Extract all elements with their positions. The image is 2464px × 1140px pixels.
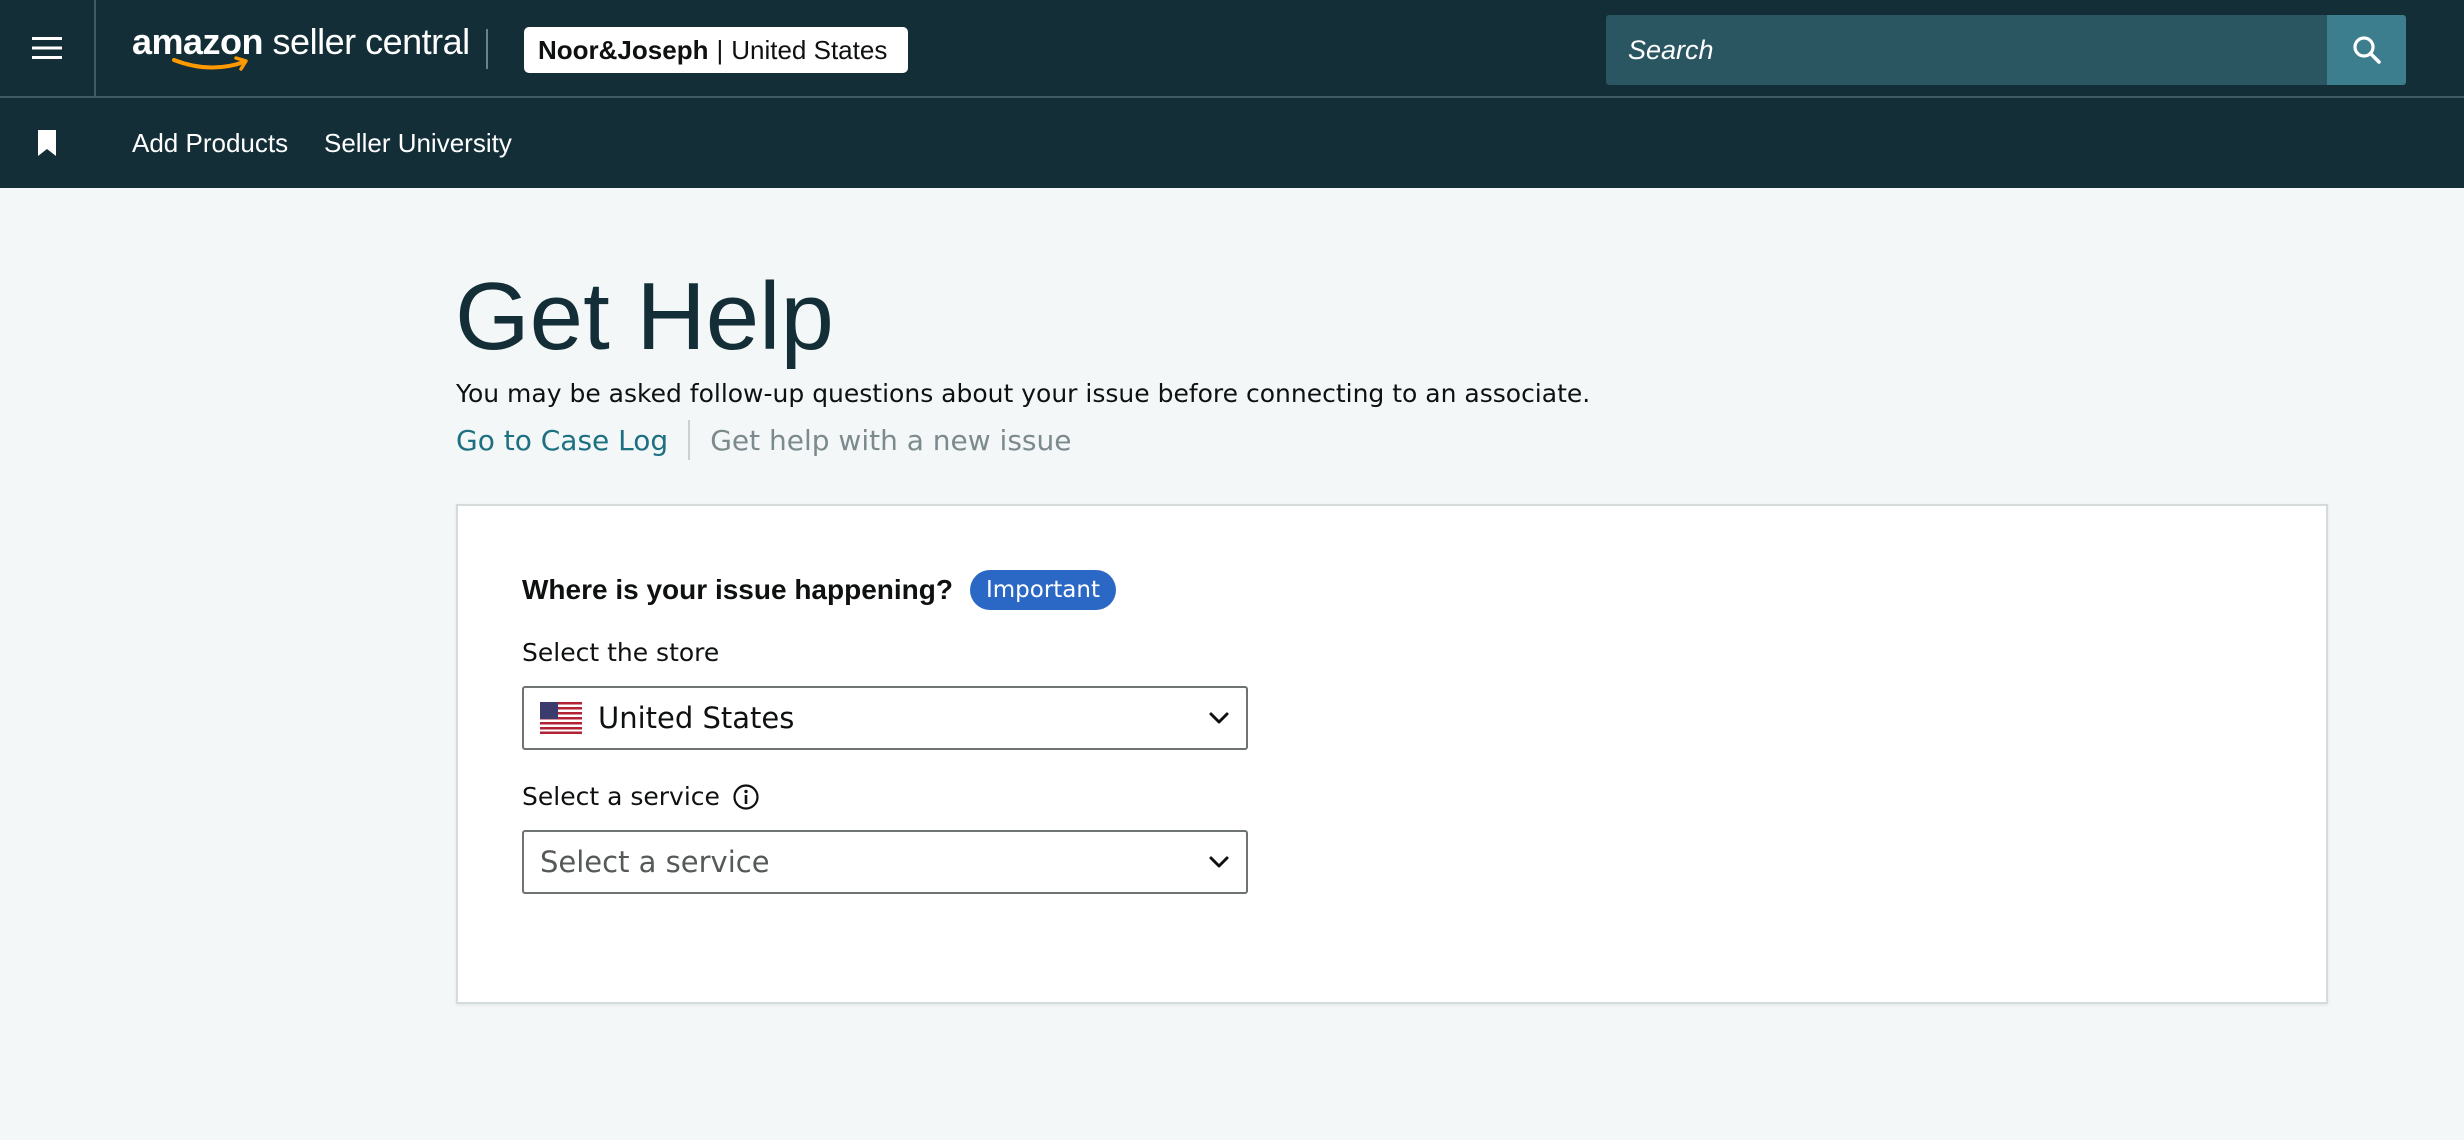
bookmark-icon[interactable] — [34, 128, 60, 158]
help-links-row: Go to Case Log Get help with a new issue — [456, 420, 1071, 460]
new-issue-link[interactable]: Get help with a new issue — [710, 424, 1071, 457]
store-field-label-text: Select the store — [522, 638, 720, 667]
service-field-label: Select a service — [522, 782, 760, 811]
search-input[interactable] — [1606, 15, 2327, 85]
secondary-nav-bar: Add Products Seller University — [0, 98, 2464, 188]
service-select[interactable]: Select a service — [522, 830, 1248, 894]
us-flag-icon — [540, 702, 582, 734]
store-select[interactable]: United States — [522, 686, 1248, 750]
badge-separator: | — [716, 34, 724, 65]
page-title: Get Help — [455, 263, 834, 370]
search-button[interactable] — [2327, 15, 2406, 85]
issue-location-question: Where is your issue happening? — [522, 574, 953, 605]
info-icon[interactable] — [732, 783, 760, 811]
amazon-smile-icon — [172, 56, 248, 71]
nav-link-add-products[interactable]: Add Products — [132, 128, 288, 158]
link-separator — [688, 420, 691, 460]
header-divider — [486, 29, 488, 69]
hamburger-icon — [32, 37, 62, 59]
search-icon — [2352, 36, 2381, 64]
chevron-down-icon — [1209, 712, 1229, 724]
service-field-label-text: Select a service — [522, 782, 720, 811]
account-marketplace-switcher[interactable]: Noor&Joseph | United States — [524, 27, 908, 73]
search-bar — [1606, 15, 2406, 85]
page-subtitle: You may be asked follow-up questions abo… — [456, 379, 1591, 408]
top-header-bar: amazon seller central Noor&Joseph | Unit… — [0, 0, 2464, 98]
service-select-placeholder: Select a service — [540, 845, 770, 879]
account-name: Noor&Joseph — [538, 34, 709, 65]
question-row: Where is your issue happening? Important — [522, 570, 1116, 610]
nav-link-seller-university[interactable]: Seller University — [324, 128, 512, 158]
chevron-down-icon — [1209, 856, 1229, 868]
marketplace-name: United States — [731, 34, 888, 65]
go-to-case-log-link[interactable]: Go to Case Log — [456, 424, 668, 457]
store-field-label: Select the store — [522, 638, 719, 667]
logo-suffix: seller central — [263, 21, 471, 62]
store-select-value: United States — [598, 701, 795, 735]
amazon-seller-central-logo[interactable]: amazon seller central — [132, 22, 470, 78]
important-badge: Important — [969, 570, 1116, 610]
hamburger-menu-button[interactable] — [0, 0, 96, 96]
issue-location-card: Where is your issue happening? Important… — [456, 504, 2328, 1004]
